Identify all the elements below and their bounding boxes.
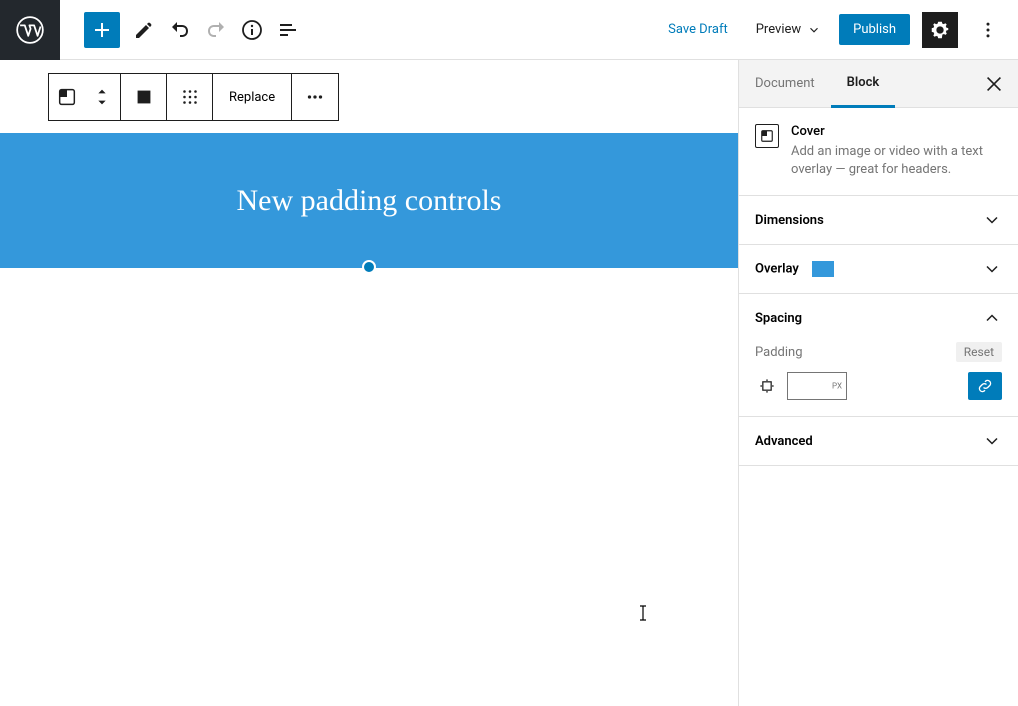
panel-overlay-text: Overlay bbox=[755, 262, 799, 277]
block-title: Cover bbox=[791, 124, 1002, 139]
block-type-cell bbox=[49, 74, 121, 120]
cover-resize-handle[interactable] bbox=[362, 260, 376, 274]
preview-button[interactable]: Preview bbox=[750, 14, 827, 45]
padding-unit: PX bbox=[832, 382, 842, 391]
panel-spacing-body: Padding Reset PX bbox=[739, 342, 1018, 416]
tab-block[interactable]: Block bbox=[831, 60, 896, 108]
panel-advanced-label: Advanced bbox=[755, 434, 813, 449]
redo-icon bbox=[204, 18, 228, 42]
replace-button[interactable]: Replace bbox=[213, 74, 292, 120]
padding-value-input[interactable]: PX bbox=[787, 372, 847, 400]
undo-icon bbox=[168, 18, 192, 42]
panel-spacing-label: Spacing bbox=[755, 311, 802, 326]
editor-top-bar: Save Draft Preview Publish bbox=[0, 0, 1018, 60]
move-arrows-icon bbox=[94, 86, 110, 108]
publish-button[interactable]: Publish bbox=[839, 14, 910, 45]
info-icon bbox=[240, 18, 264, 42]
block-more-button[interactable] bbox=[292, 74, 338, 120]
more-vertical-icon bbox=[978, 20, 998, 40]
chevron-up-icon bbox=[982, 308, 1002, 328]
overlay-color-swatch bbox=[812, 261, 834, 277]
link-icon bbox=[976, 377, 994, 395]
list-view-icon bbox=[276, 18, 300, 42]
panel-spacing-toggle[interactable]: Spacing bbox=[739, 294, 1018, 342]
content-position-button[interactable] bbox=[167, 74, 213, 120]
tab-document[interactable]: Document bbox=[739, 60, 831, 108]
chevron-down-icon bbox=[982, 431, 1002, 451]
align-button[interactable] bbox=[121, 74, 167, 120]
info-button[interactable] bbox=[234, 12, 270, 48]
block-move-buttons[interactable] bbox=[85, 86, 121, 108]
editor-main: Replace New padding controls Document Bl… bbox=[0, 60, 1018, 706]
chevron-down-icon bbox=[982, 259, 1002, 279]
chevron-down-icon bbox=[807, 23, 821, 37]
wordpress-icon bbox=[16, 16, 44, 44]
panel-overlay-toggle[interactable]: Overlay bbox=[739, 245, 1018, 293]
panel-overlay-label: Overlay bbox=[755, 261, 834, 277]
sidebar-tabs: Document Block bbox=[739, 60, 1018, 108]
block-header: Cover Add an image or video with a text … bbox=[739, 108, 1018, 196]
save-draft-button[interactable]: Save Draft bbox=[658, 14, 738, 45]
settings-sidebar: Document Block Cover Add an image or vid… bbox=[738, 60, 1018, 706]
padding-reset-button[interactable]: Reset bbox=[956, 342, 1002, 362]
undo-button[interactable] bbox=[162, 12, 198, 48]
close-icon bbox=[983, 73, 1005, 95]
outline-button[interactable] bbox=[270, 12, 306, 48]
topbar-right-group: Save Draft Preview Publish bbox=[658, 12, 1018, 48]
text-cursor bbox=[638, 605, 648, 621]
padding-link-sides-button[interactable] bbox=[968, 372, 1002, 400]
block-toolbar: Replace bbox=[48, 73, 339, 121]
wordpress-logo[interactable] bbox=[0, 0, 60, 60]
grid-position-icon bbox=[179, 86, 201, 108]
block-type-button[interactable] bbox=[49, 86, 85, 108]
preview-label: Preview bbox=[756, 22, 801, 37]
add-block-button[interactable] bbox=[84, 12, 120, 48]
plus-icon bbox=[90, 18, 114, 42]
padding-label: Padding bbox=[755, 345, 803, 360]
edit-tool-button[interactable] bbox=[126, 12, 162, 48]
redo-button bbox=[198, 12, 234, 48]
block-description: Add an image or video with a text overla… bbox=[791, 143, 1002, 179]
gear-icon bbox=[929, 19, 951, 41]
sidebar-close-button[interactable] bbox=[978, 68, 1010, 100]
settings-button[interactable] bbox=[922, 12, 958, 48]
panel-dimensions-toggle[interactable]: Dimensions bbox=[739, 196, 1018, 244]
block-header-icon bbox=[755, 124, 779, 148]
chevron-down-icon bbox=[982, 210, 1002, 230]
panel-spacing: Spacing Padding Reset PX bbox=[739, 294, 1018, 417]
padding-sides-button[interactable] bbox=[755, 374, 779, 398]
cover-heading[interactable]: New padding controls bbox=[237, 184, 502, 218]
panel-overlay: Overlay bbox=[739, 245, 1018, 294]
panel-dimensions: Dimensions bbox=[739, 196, 1018, 245]
editor-canvas[interactable]: Replace New padding controls bbox=[0, 60, 738, 706]
cover-block-icon bbox=[56, 86, 78, 108]
box-sides-icon bbox=[757, 376, 777, 396]
align-full-icon bbox=[133, 86, 155, 108]
pencil-icon bbox=[132, 18, 156, 42]
panel-advanced: Advanced bbox=[739, 417, 1018, 466]
more-horizontal-icon bbox=[304, 86, 326, 108]
cover-icon bbox=[760, 129, 774, 143]
panel-advanced-toggle[interactable]: Advanced bbox=[739, 417, 1018, 465]
more-options-button[interactable] bbox=[970, 12, 1006, 48]
cover-block[interactable]: New padding controls bbox=[0, 133, 738, 268]
panel-dimensions-label: Dimensions bbox=[755, 213, 824, 228]
